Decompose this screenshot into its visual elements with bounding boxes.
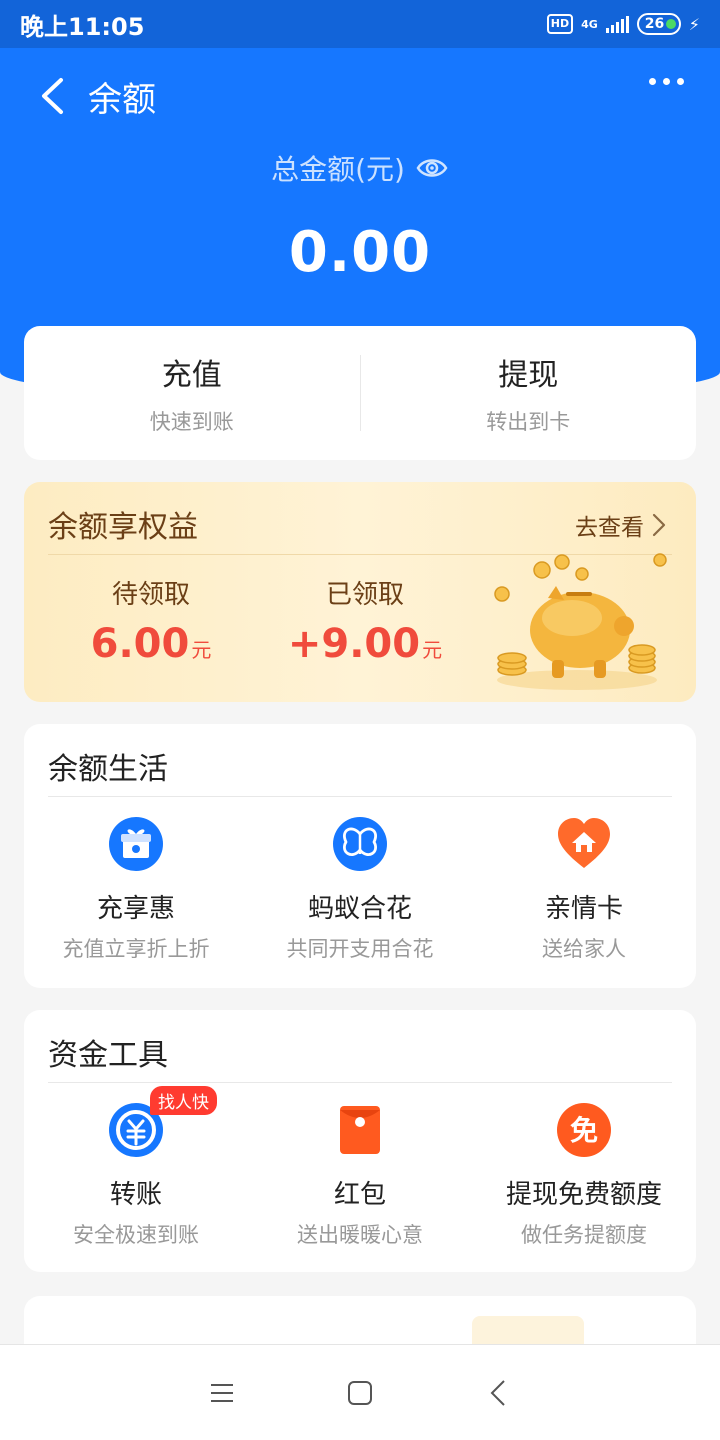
grid-subtitle: 做任务提额度	[521, 1223, 647, 1247]
fund-section-title: 资金工具	[48, 1038, 168, 1073]
benefit-title: 余额享权益	[48, 510, 198, 545]
grid-item-free-withdraw[interactable]: 免 提现免费额度 做任务提额度	[472, 1102, 696, 1249]
life-section-divider	[48, 796, 672, 797]
grid-item-red-packet[interactable]: 红包 送出暖暖心意	[248, 1102, 472, 1249]
menu-button[interactable]	[208, 1379, 236, 1407]
received-unit: 元	[422, 638, 443, 662]
free-icon: 免	[557, 1103, 611, 1157]
withdraw-button[interactable]: 提现 转出到卡	[361, 350, 697, 436]
grid-label: 蚂蚁合花	[307, 894, 412, 924]
heart-home-icon	[558, 818, 610, 868]
grid-subtitle: 送给家人	[542, 937, 626, 961]
system-back-button[interactable]	[484, 1379, 512, 1407]
life-section: 余额生活 充享惠 充值立享折上折 蚂蚁合花 共同开支用合花 亲情卡 送给家人	[24, 724, 696, 988]
withdraw-subtitle: 转出到卡	[486, 410, 571, 434]
system-navigation-bar	[0, 1344, 720, 1440]
total-amount-label-text: 总金额(元)	[271, 153, 405, 186]
menu-icon	[211, 1383, 233, 1402]
received-label: 已领取	[325, 580, 404, 610]
battery-level: 26	[644, 16, 665, 32]
grid-subtitle: 送出暖暖心意	[297, 1223, 423, 1247]
grid-label: 提现免费额度	[505, 1180, 662, 1210]
pending-value: 6.00	[90, 621, 190, 667]
back-triangle-icon	[490, 1379, 505, 1406]
grid-item-family-card[interactable]: 亲情卡 送给家人	[472, 816, 696, 963]
network-type: 4G	[581, 17, 598, 31]
fund-grid: 找人快 转账 安全极速到账 红包 送出暖暖心意 免 提现免费额度 做任务提额度	[24, 1086, 696, 1249]
benefit-view-link[interactable]: 去查看	[575, 508, 666, 542]
life-section-title: 余额生活	[48, 752, 168, 787]
grid-item-ant-hehua[interactable]: 蚂蚁合花 共同开支用合花	[248, 816, 472, 963]
pending-label: 待领取	[111, 580, 190, 610]
benefit-view-label: 去查看	[575, 515, 644, 541]
page-title: 余额	[88, 79, 156, 120]
free-icon-text: 免	[570, 1114, 598, 1147]
received-value: +9.00	[287, 621, 421, 667]
home-button[interactable]	[346, 1379, 374, 1407]
received-value-row: +9.00 元	[280, 621, 450, 667]
grid-label: 充享惠	[96, 894, 175, 924]
action-card: 充值 快速到账 提现 转出到卡	[24, 326, 696, 460]
benefit-card[interactable]: 余额享权益 去查看 待领取 6.00 元 已领取 +9.00 元	[24, 482, 696, 702]
eye-icon[interactable]	[415, 151, 449, 185]
grid-item-recharge-discount[interactable]: 充享惠 充值立享折上折	[24, 816, 248, 963]
gift-icon	[109, 817, 163, 871]
grid-subtitle: 充值立享折上折	[62, 937, 210, 961]
total-amount-label: 总金额(元)	[0, 148, 720, 188]
fund-tools-section: 资金工具 找人快 转账 安全极速到账 红包 送出暖暖心意 免 提现免费额度 做任…	[24, 1010, 696, 1272]
recharge-button[interactable]: 充值 快速到账	[24, 350, 360, 436]
total-amount: 0.00	[288, 220, 432, 285]
grid-subtitle: 安全极速到账	[73, 1223, 199, 1247]
home-square-icon	[348, 1380, 372, 1405]
red-packet-icon	[340, 1106, 380, 1154]
charging-icon: ⚡	[688, 14, 700, 34]
pending-benefit: 待领取 6.00 元	[76, 574, 226, 667]
pending-unit: 元	[191, 638, 212, 662]
grid-label: 转账	[109, 1180, 162, 1210]
transfer-tag: 找人快	[150, 1086, 217, 1115]
grid-label: 红包	[333, 1180, 386, 1210]
status-time: 晚上11:05	[20, 12, 145, 41]
grid-label: 亲情卡	[544, 894, 623, 924]
signal-icon	[605, 15, 629, 33]
chevron-right-icon	[652, 513, 666, 537]
butterfly-icon	[333, 817, 387, 871]
status-bar: 晚上11:05 HD 4G 26 ⚡	[0, 0, 720, 48]
hd-badge: HD	[546, 14, 574, 34]
pending-value-row: 6.00 元	[76, 621, 226, 667]
recharge-subtitle: 快速到账	[149, 410, 234, 434]
recharge-title: 充值	[161, 358, 222, 393]
back-button[interactable]	[22, 66, 82, 126]
battery-icon: 26	[636, 13, 681, 35]
grid-item-transfer[interactable]: 找人快 转账 安全极速到账	[24, 1086, 248, 1249]
chevron-left-icon	[42, 78, 63, 114]
life-grid: 充享惠 充值立享折上折 蚂蚁合花 共同开支用合花 亲情卡 送给家人	[24, 816, 696, 963]
nav-bar: 余额	[0, 48, 720, 144]
piggy-bank-icon	[494, 553, 667, 690]
withdraw-title: 提现	[498, 358, 559, 393]
received-benefit: 已领取 +9.00 元	[280, 574, 450, 667]
more-button[interactable]	[649, 78, 684, 85]
status-indicators: HD 4G 26 ⚡	[546, 13, 700, 35]
grid-subtitle: 共同开支用合花	[286, 937, 434, 961]
fund-section-divider	[48, 1082, 672, 1083]
